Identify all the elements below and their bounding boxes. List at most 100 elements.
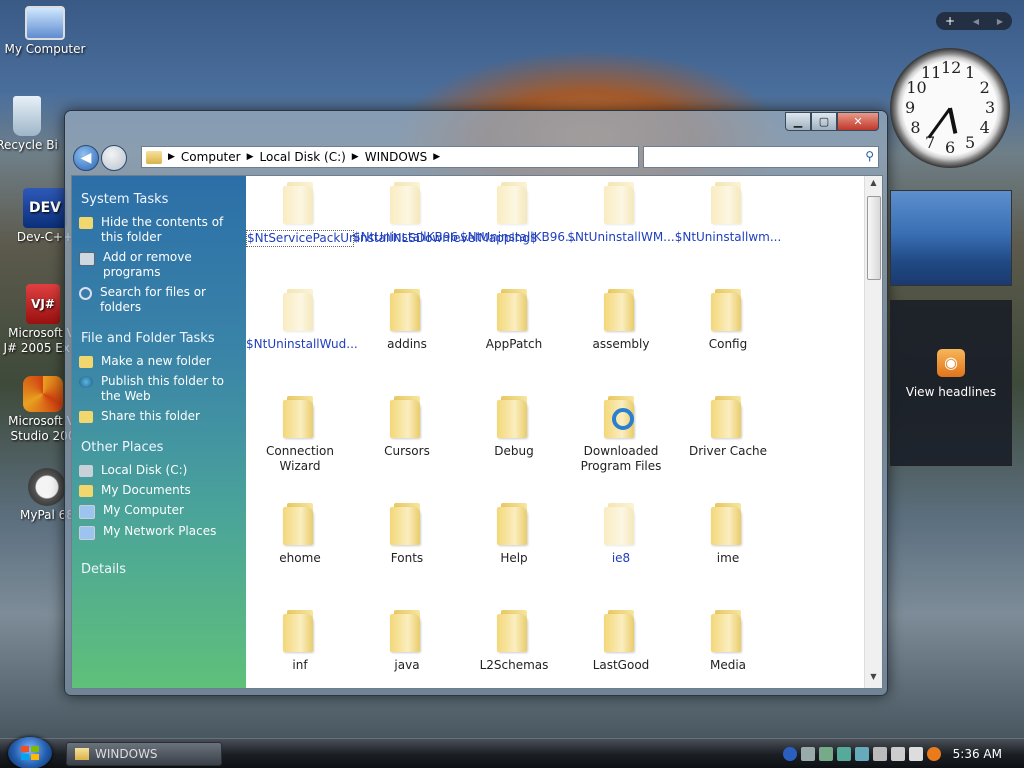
folder-icon — [283, 394, 317, 438]
folder-icon — [604, 287, 638, 331]
folder-item[interactable]: inf — [246, 608, 354, 673]
place-my-computer[interactable]: My Computer — [79, 503, 240, 519]
taskbar-window-button[interactable]: WINDOWS — [66, 742, 222, 766]
folder-item[interactable]: ime — [674, 501, 782, 566]
breadcrumb-separator[interactable]: ▶ — [168, 152, 175, 162]
folder-item[interactable]: Connection Wizard — [246, 394, 354, 474]
folder-item[interactable]: $NtUninstallKB96... — [353, 180, 469, 245]
folder-item[interactable]: Debug — [460, 394, 568, 459]
network-tray-icon[interactable] — [800, 747, 815, 761]
breadcrumb-computer[interactable]: Computer — [181, 150, 241, 164]
folder-item[interactable]: addins — [353, 287, 461, 352]
folder-item[interactable]: Media — [674, 608, 782, 673]
breadcrumb-separator[interactable]: ▶ — [433, 152, 440, 162]
scroll-down-arrow[interactable]: ▼ — [865, 672, 882, 686]
folder-item[interactable]: Cursors — [353, 394, 461, 459]
tray-app-icon[interactable] — [872, 747, 887, 761]
folder-item[interactable]: $NtUninstallKB96... — [460, 180, 577, 245]
folder-name: $NtUninstallWM... — [567, 230, 675, 244]
task-search-files[interactable]: Search for files or folders — [79, 285, 240, 315]
back-button[interactable]: ◀ — [73, 145, 99, 171]
folder-icon — [604, 501, 638, 545]
folder-name: $NtUninstallKB96... — [460, 230, 577, 244]
desktop-icon-label: My Computer — [4, 42, 86, 56]
content-area: System Tasks Hide the contents of this f… — [71, 175, 883, 689]
task-label: Share this folder — [101, 409, 200, 423]
folder-item[interactable]: Help — [460, 501, 568, 566]
feed-headlines-gadget[interactable]: ◉ View headlines — [890, 300, 1012, 466]
desktop-icon-my-computer[interactable]: My Computer — [2, 6, 88, 57]
clock-time[interactable]: 5:36 AM — [953, 747, 1002, 761]
task-add-remove-programs[interactable]: Add or remove programs — [79, 250, 240, 280]
documents-icon — [79, 485, 93, 497]
clock-numeral: 12 — [941, 58, 962, 77]
clock-numeral: 2 — [979, 78, 990, 97]
folder-item[interactable]: LastGood — [567, 608, 675, 673]
task-make-new-folder[interactable]: Make a new folder — [79, 354, 240, 369]
other-places-heading[interactable]: Other Places — [81, 440, 246, 455]
view-headlines-label[interactable]: View headlines — [891, 385, 1011, 399]
start-button[interactable] — [8, 737, 52, 768]
desktop-icon-recycle-bin[interactable]: Recycle Bi — [0, 96, 70, 153]
breadcrumb-separator[interactable]: ▶ — [352, 152, 359, 162]
folder-item[interactable]: $NtUninstallWud... — [246, 287, 358, 352]
search-tray-icon[interactable] — [926, 747, 941, 761]
folder-item[interactable]: Downloaded Program Files — [567, 394, 675, 474]
folder-item[interactable]: java — [353, 608, 461, 673]
folder-item[interactable]: Driver Cache — [674, 394, 782, 459]
vertical-scrollbar[interactable]: ▲ ▼ — [864, 176, 882, 688]
folder-item[interactable]: L2Schemas — [460, 608, 568, 673]
task-share-folder[interactable]: Share this folder — [79, 409, 240, 424]
system-tasks-heading[interactable]: System Tasks — [81, 192, 246, 207]
forward-button[interactable] — [101, 145, 127, 171]
folder-item[interactable]: $NtUninstallwm... — [674, 180, 782, 245]
tray-app-icon[interactable] — [836, 747, 851, 761]
folder-item[interactable]: $NtServicePackUninstallNLSDownlevelMappi… — [246, 180, 538, 247]
search-icon[interactable]: ⚲ — [865, 149, 874, 163]
previous-page-button[interactable]: ◀ — [973, 17, 979, 26]
help-icon[interactable] — [782, 747, 797, 761]
folder-item[interactable]: ehome — [246, 501, 354, 566]
scroll-up-arrow[interactable]: ▲ — [865, 178, 882, 192]
folder-item[interactable]: AppPatch — [460, 287, 568, 352]
place-local-disk[interactable]: Local Disk (C:) — [79, 463, 240, 478]
tray-app-icon[interactable] — [854, 747, 869, 761]
tray-app-icon[interactable] — [818, 747, 833, 761]
language-icon[interactable] — [908, 747, 923, 761]
clock-minute-hand — [927, 107, 952, 139]
file-folder-tasks-heading[interactable]: File and Folder Tasks — [81, 331, 246, 346]
folder-item[interactable]: ie8 — [567, 501, 675, 566]
next-page-button[interactable]: ▶ — [997, 17, 1003, 26]
task-hide-contents[interactable]: Hide the contents of this folder — [79, 215, 240, 245]
task-publish-folder[interactable]: Publish this folder to the Web — [79, 374, 240, 404]
folder-item[interactable]: assembly — [567, 287, 675, 352]
folder-name: Downloaded Program Files — [580, 444, 662, 473]
folder-name: $NtUninstallWud... — [246, 337, 358, 351]
place-label: My Network Places — [103, 524, 217, 538]
folder-name: Fonts — [390, 551, 424, 565]
scroll-thumb[interactable] — [867, 196, 881, 280]
publish-web-icon — [79, 376, 93, 388]
maximize-button[interactable]: ▢ — [811, 112, 837, 131]
details-heading[interactable]: Details — [81, 562, 246, 577]
slideshow-gadget[interactable] — [890, 190, 1012, 286]
place-my-network[interactable]: My Network Places — [79, 524, 240, 540]
search-input[interactable]: ⚲ — [643, 146, 879, 168]
minimize-button[interactable]: ▁ — [785, 112, 811, 131]
folder-icon — [711, 287, 745, 331]
place-my-documents[interactable]: My Documents — [79, 483, 240, 498]
add-gadget-button[interactable]: + — [945, 14, 955, 28]
folder-item[interactable]: $NtUninstallWM... — [567, 180, 675, 245]
folder-item[interactable]: Config — [674, 287, 782, 352]
address-bar[interactable]: ▶ Computer ▶ Local Disk (C:) ▶ WINDOWS ▶ — [141, 146, 639, 168]
folder-item[interactable]: Fonts — [353, 501, 461, 566]
task-pane: System Tasks Hide the contents of this f… — [72, 176, 246, 688]
volume-icon[interactable] — [890, 747, 905, 761]
breadcrumb-windows[interactable]: WINDOWS — [365, 150, 428, 164]
clock-gadget[interactable]: 12 1 2 3 4 5 6 7 8 9 10 11 — [890, 48, 1010, 168]
clock-numeral: 11 — [921, 63, 942, 83]
close-button[interactable]: ✕ — [837, 112, 879, 131]
folder-icon — [497, 394, 531, 438]
breadcrumb-separator[interactable]: ▶ — [247, 152, 254, 162]
breadcrumb-local-disk[interactable]: Local Disk (C:) — [260, 150, 346, 164]
